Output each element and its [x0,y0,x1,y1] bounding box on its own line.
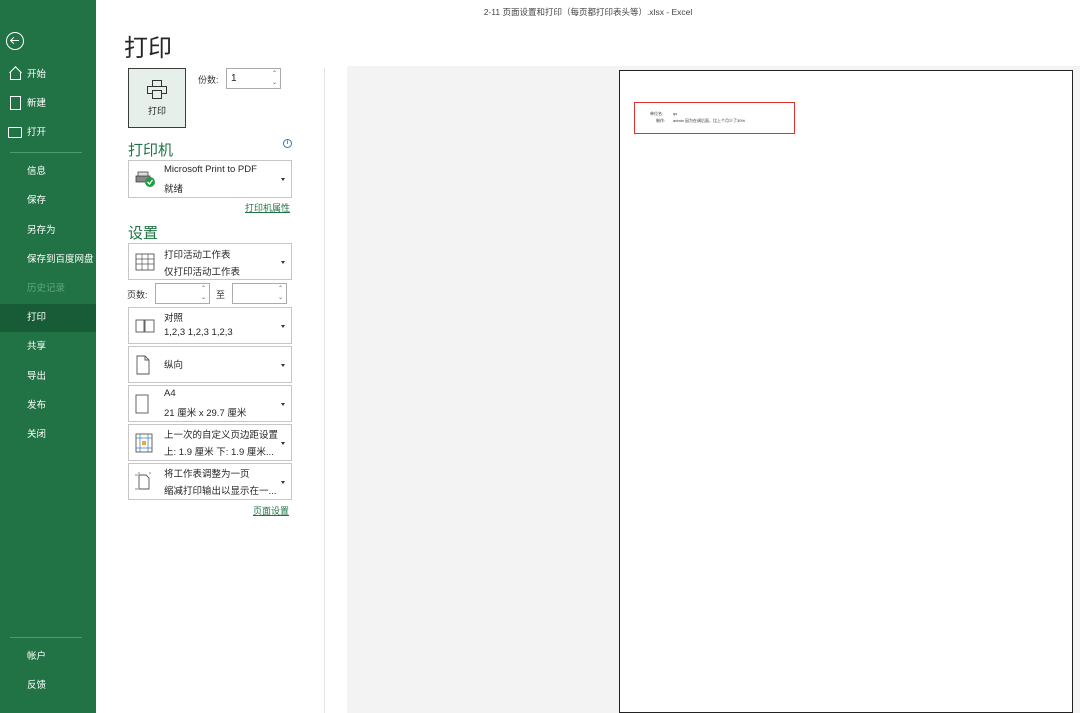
new-file-icon [8,95,21,110]
portrait-page-icon [136,355,150,374]
orientation-dropdown[interactable]: 纵向 [128,346,292,383]
spin-down-icon[interactable]: ⌄ [277,294,284,302]
pages-to-input[interactable]: ⌃ ⌄ [232,283,287,304]
header-line1-label: 单位名: [650,111,664,116]
collation-line1: 对照 [164,313,184,324]
sidebar-item-export[interactable]: 导出 [0,363,96,391]
printer-name: Microsoft Print to PDF [164,164,257,175]
orientation-label: 纵向 [164,360,184,371]
chevron-down-icon [281,480,285,484]
print-button[interactable]: 打印 [128,68,186,128]
fit-to-page-icon [135,471,151,489]
sidebar-item-print[interactable]: 打印 [0,304,96,332]
scaling-line1: 将工作表调整为一页 [164,469,250,480]
spin-down-icon[interactable]: ⌄ [271,79,278,87]
sidebar-item-share[interactable]: 共享 [0,333,96,361]
worksheet-icon [135,253,155,270]
copies-value: 1 [231,73,237,84]
sidebar-item-history: 历史记录 [27,283,66,294]
print-what-line1: 打印活动工作表 [164,250,231,261]
home-icon [8,67,21,80]
copies-label: 份数: [198,75,219,85]
printer-ready-icon [135,171,155,187]
sidebar-item-home[interactable]: 开始 [8,64,46,82]
print-what-line2: 仅打印活动工作表 [164,267,241,278]
header-line1-value: qs [673,111,678,116]
spin-down-icon[interactable]: ⌄ [200,294,207,302]
pages-to-label: 至 [216,290,226,300]
printer-icon [147,79,167,100]
print-button-label: 打印 [147,105,166,116]
sidebar-item-open[interactable]: 打开 [8,122,46,140]
sidebar-item-feedback[interactable]: 反馈 [0,672,96,700]
sidebar-item-account[interactable]: 帐户 [0,643,96,671]
pages-label: 页数: [127,290,148,300]
copies-input[interactable]: 1 ⌃ ⌄ [226,68,281,89]
paper-size-dropdown[interactable]: A4 21 厘米 x 29.7 厘米 [128,385,292,422]
page-title: 打印 [124,35,172,62]
sidebar-item-save-to-baidu[interactable]: 保存到百度网盘 [0,246,96,274]
page-setup-link[interactable]: 页面设置 [253,504,289,517]
custom-margins-icon [135,433,153,452]
info-icon[interactable]: i [283,139,292,148]
preview-page: 单位名: qs 制作: admin 因为在调后面，比上个月少了30% [619,70,1073,713]
chevron-down-icon [281,260,285,264]
sidebar-item-save-as[interactable]: 另存为 [0,217,96,245]
margins-dropdown[interactable]: 上一次的自定义页边距设置 上: 1.9 厘米 下: 1.9 厘米... [128,424,292,461]
sidebar-divider [10,152,82,153]
chevron-down-icon [281,324,285,328]
header-line2-value: admin 因为在调后面，比上个月少了30% [673,118,746,123]
sidebar-item-close[interactable]: 关闭 [0,421,96,449]
printer-properties-link[interactable]: 打印机属性 [245,201,290,214]
sidebar-item-label: 打开 [27,127,47,138]
spin-up-icon[interactable]: ⌃ [271,70,278,78]
margins-line1: 上一次的自定义页边距设置 [164,430,279,441]
paper-size-dims: 21 厘米 x 29.7 厘米 [164,408,247,419]
paper-size-icon [135,394,149,413]
scaling-dropdown[interactable]: 将工作表调整为一页 缩减打印输出以显示在一... [128,463,292,500]
printer-section-title: 打印机 [128,142,174,159]
chevron-down-icon [281,441,285,445]
sidebar-divider [10,637,82,638]
open-folder-icon [8,125,22,138]
sidebar-item-label: 开始 [27,69,47,80]
collated-pages-icon [135,319,155,332]
sidebar-item-new[interactable]: 新建 [8,93,46,111]
pages-from-input[interactable]: ⌃ ⌄ [155,283,210,304]
collation-dropdown[interactable]: 对照 1,2,3 1,2,3 1,2,3 [128,307,292,344]
sidebar-item-info[interactable]: 信息 [0,158,96,186]
paper-size-name: A4 [164,388,176,399]
margins-line2: 上: 1.9 厘米 下: 1.9 厘米... [164,447,274,458]
window-title: 2-11 页面设置和打印（每页都打印表头等）.xlsx - Excel [483,7,693,17]
collation-line2: 1,2,3 1,2,3 1,2,3 [164,327,233,338]
printer-status: 就绪 [164,184,184,195]
sidebar-item-publish[interactable]: 发布 [0,392,96,420]
printer-dropdown[interactable]: Microsoft Print to PDF 就绪 [128,160,292,198]
chevron-down-icon [281,178,285,181]
backstage-sidebar: 开始 新建 打开 信息 保存 另存为 保存到百度网盘 历史记录 打印 共享 导出… [0,0,96,713]
chevron-down-icon [281,363,285,367]
scaling-line2: 缩减打印输出以显示在一... [164,486,277,497]
panel-divider [324,68,325,713]
back-arrow-icon[interactable] [6,32,24,50]
chevron-down-icon [281,402,285,406]
settings-section-title: 设置 [128,225,159,242]
print-what-dropdown[interactable]: 打印活动工作表 仅打印活动工作表 [128,243,292,280]
sidebar-item-label: 新建 [27,98,47,109]
sidebar-item-save[interactable]: 保存 [0,187,96,215]
header-line2-label: 制作: [656,118,666,123]
spin-up-icon[interactable]: ⌃ [277,285,284,293]
spin-up-icon[interactable]: ⌃ [200,285,207,293]
